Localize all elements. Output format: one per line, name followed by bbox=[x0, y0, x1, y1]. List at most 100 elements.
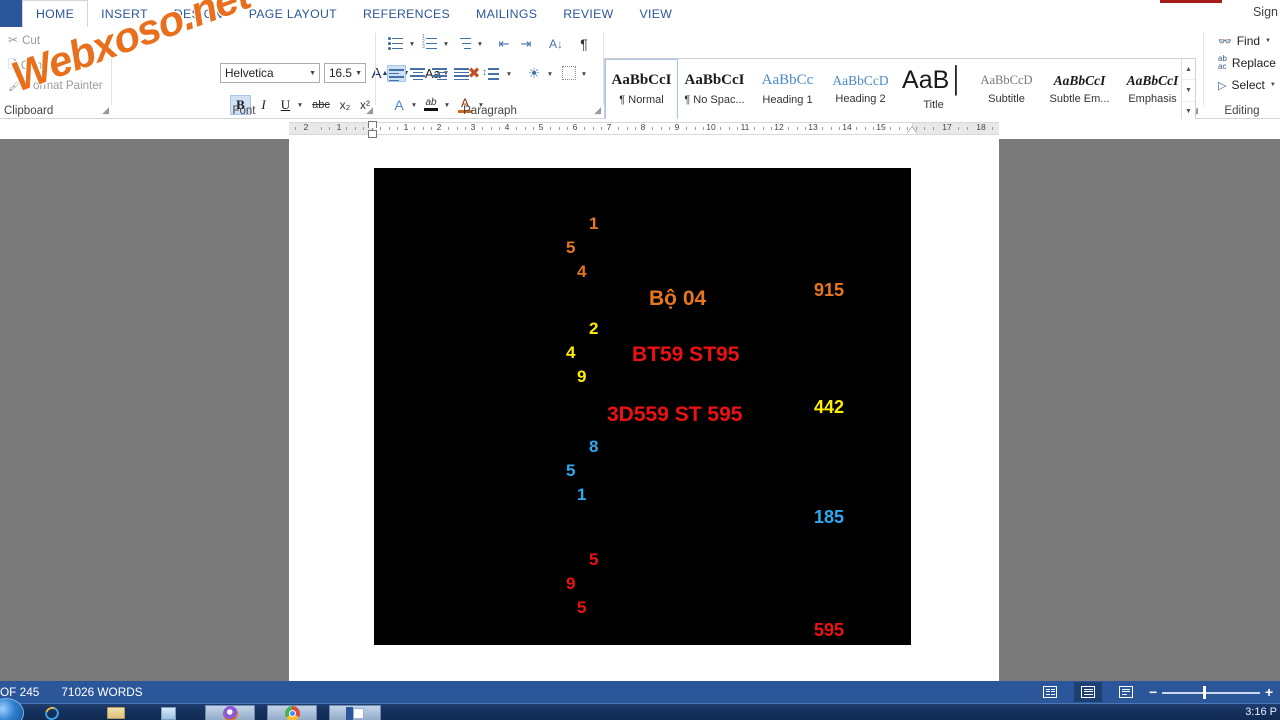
clipboard-dialog-launcher[interactable]: ◢ bbox=[102, 105, 109, 116]
borders-dropdown[interactable]: ▼ bbox=[579, 67, 589, 81]
ruler-tick bbox=[295, 127, 296, 130]
copy-button[interactable]: 🗋 Copy bbox=[8, 56, 48, 75]
style-label: Subtle Em... bbox=[1049, 93, 1110, 106]
style-item-normal[interactable]: AaBbCcI ¶ Normal bbox=[605, 59, 678, 120]
print-layout-button[interactable] bbox=[1074, 682, 1102, 702]
style-item-no-spacing[interactable]: AaBbCcI ¶ No Spac... bbox=[678, 59, 751, 120]
align-left-button[interactable] bbox=[387, 65, 406, 82]
tab-references[interactable]: REFERENCES bbox=[350, 0, 463, 27]
ruler-tick bbox=[320, 127, 322, 130]
purple-app-glyph bbox=[222, 706, 238, 720]
font-name-combobox[interactable]: Helvetica ▼ bbox=[220, 63, 320, 83]
shading-button[interactable]: ☀ bbox=[524, 63, 544, 83]
tab-page-layout[interactable]: PAGE LAYOUT bbox=[236, 0, 350, 27]
ruler-tick bbox=[898, 127, 900, 130]
styles-scroll-up-button[interactable]: ▲ bbox=[1182, 59, 1195, 81]
horizontal-ruler[interactable]: 2 1 1 2 3 4 5 6 7 8 9 10 11 12 13 14 15 17 18 bbox=[0, 119, 1280, 139]
select-button[interactable]: ▷ Select ▼ bbox=[1218, 78, 1276, 92]
zoom-out-button[interactable]: − bbox=[1149, 684, 1157, 700]
style-item-emphasis[interactable]: AaBbCcI Emphasis bbox=[1116, 59, 1189, 120]
chrome-center bbox=[288, 710, 296, 717]
align-right-button[interactable] bbox=[431, 65, 450, 82]
status-left-group: OF 245 71026 WORDS bbox=[0, 685, 143, 699]
line-spacing-button[interactable]: ↕ bbox=[482, 65, 501, 82]
image-text: 442 bbox=[814, 397, 845, 417]
show-formatting-marks-button[interactable]: ¶ bbox=[574, 34, 594, 53]
find-label: Find bbox=[1236, 34, 1261, 48]
sort-button[interactable]: A↓ bbox=[546, 34, 566, 53]
right-indent-marker[interactable] bbox=[907, 127, 917, 134]
tab-insert-label: INSERT bbox=[101, 6, 148, 21]
chrome-glyph bbox=[284, 706, 300, 720]
taskbar: 3:16 P bbox=[0, 698, 1280, 720]
ruler-label: 7 bbox=[606, 122, 612, 132]
paragraph-dialog-launcher[interactable]: ◢ bbox=[594, 105, 601, 116]
image-text: 5 bbox=[589, 550, 599, 569]
tab-review-label: REVIEW bbox=[563, 6, 614, 21]
align-center-button[interactable] bbox=[409, 65, 428, 82]
style-item-title[interactable]: AaB│ Title bbox=[897, 59, 970, 120]
sign-in-button[interactable]: Sign bbox=[1253, 5, 1278, 19]
read-mode-button[interactable] bbox=[1036, 682, 1064, 702]
ruler-label: 13 bbox=[808, 122, 818, 132]
zoom-in-button[interactable]: + bbox=[1265, 684, 1273, 700]
word-icon[interactable] bbox=[329, 705, 381, 720]
multilevel-list-dropdown[interactable]: ▼ bbox=[475, 37, 485, 51]
style-item-subtle-emphasis[interactable]: AaBbCcI Subtle Em... bbox=[1043, 59, 1116, 120]
borders-button[interactable] bbox=[560, 64, 578, 82]
bullets-dropdown[interactable]: ▼ bbox=[407, 37, 417, 51]
decrease-indent-button[interactable]: ⇤ bbox=[494, 35, 514, 52]
multilevel-list-button[interactable] bbox=[456, 35, 473, 52]
style-preview: AaBbCcD bbox=[980, 73, 1033, 88]
document-image[interactable]: 1 5 4 Bộ 04 915 2 4 9 BT59 ST95 3D559 ST 595 442 8 5… bbox=[374, 168, 911, 645]
tab-review[interactable]: REVIEW bbox=[550, 0, 626, 27]
tab-insert[interactable]: INSERT bbox=[88, 0, 161, 27]
file-explorer-icon[interactable] bbox=[100, 705, 132, 720]
document-page[interactable]: 1 5 4 Bộ 04 915 2 4 9 BT59 ST95 3D559 ST 595 442 8 5… bbox=[289, 139, 999, 681]
find-button[interactable]: 👓 Find ▼ bbox=[1218, 34, 1271, 48]
app-purple-icon[interactable] bbox=[205, 705, 255, 720]
internet-explorer-icon[interactable] bbox=[36, 704, 68, 720]
media-player-icon[interactable] bbox=[152, 705, 184, 720]
style-item-heading-2[interactable]: AaBbCcD Heading 2 bbox=[824, 59, 897, 120]
styles-scroll-buttons: ▲ ▼ ▼ bbox=[1181, 59, 1195, 122]
format-painter-button[interactable]: 🖌 Format Painter bbox=[8, 79, 103, 92]
chrome-icon[interactable] bbox=[267, 705, 317, 720]
tab-view[interactable]: VIEW bbox=[627, 0, 686, 27]
word-count-label[interactable]: 71026 WORDS bbox=[61, 685, 142, 699]
paragraph-group-label: Paragraph bbox=[463, 105, 517, 117]
zoom-slider-track[interactable] bbox=[1162, 692, 1260, 694]
left-indent-marker[interactable] bbox=[368, 130, 377, 138]
tab-mailings[interactable]: MAILINGS bbox=[463, 0, 550, 27]
style-item-subtitle[interactable]: AaBbCcD Subtitle bbox=[970, 59, 1043, 120]
page-count-label[interactable]: OF 245 bbox=[0, 685, 39, 699]
styles-scroll-down-button[interactable]: ▼ bbox=[1182, 80, 1195, 102]
font-size-combobox[interactable]: 16.5 ▼ bbox=[324, 63, 366, 83]
style-preview: AaBbCc bbox=[761, 72, 814, 88]
numbering-button[interactable]: 123 bbox=[422, 35, 439, 52]
increase-indent-button[interactable]: ⇥ bbox=[516, 35, 536, 52]
system-clock[interactable]: 3:16 P bbox=[1245, 706, 1277, 718]
ruler-tick bbox=[762, 127, 764, 130]
zoom-slider-handle[interactable] bbox=[1203, 686, 1206, 699]
line-spacing-dropdown[interactable]: ▼ bbox=[504, 67, 514, 81]
first-line-indent-marker[interactable] bbox=[368, 121, 377, 128]
tab-design[interactable]: DESIGN bbox=[161, 0, 236, 27]
tab-home[interactable]: HOME bbox=[22, 0, 89, 27]
justify-button[interactable] bbox=[453, 65, 472, 82]
font-dialog-launcher[interactable]: ◢ bbox=[366, 105, 373, 116]
image-text: 1 bbox=[589, 214, 599, 233]
ruler-label: 10 bbox=[706, 122, 716, 132]
numbering-dropdown[interactable]: ▼ bbox=[441, 37, 451, 51]
cut-button[interactable]: ✂ Cut bbox=[8, 33, 40, 47]
replace-label: Replace bbox=[1231, 56, 1276, 70]
shading-dropdown[interactable]: ▼ bbox=[545, 67, 555, 81]
file-tab-corner[interactable] bbox=[0, 0, 22, 27]
ruler-tick bbox=[584, 127, 585, 130]
ribbon-group-editing: 👓 Find ▼ ab ac Replace ▷ Select ▼ Editing bbox=[1204, 27, 1280, 119]
style-item-heading-1[interactable]: AaBbCc Heading 1 bbox=[751, 59, 824, 120]
web-layout-button[interactable] bbox=[1112, 682, 1140, 702]
style-label: Heading 2 bbox=[835, 93, 886, 106]
bullets-button[interactable] bbox=[388, 35, 405, 52]
replace-button[interactable]: ab ac Replace bbox=[1218, 55, 1276, 71]
